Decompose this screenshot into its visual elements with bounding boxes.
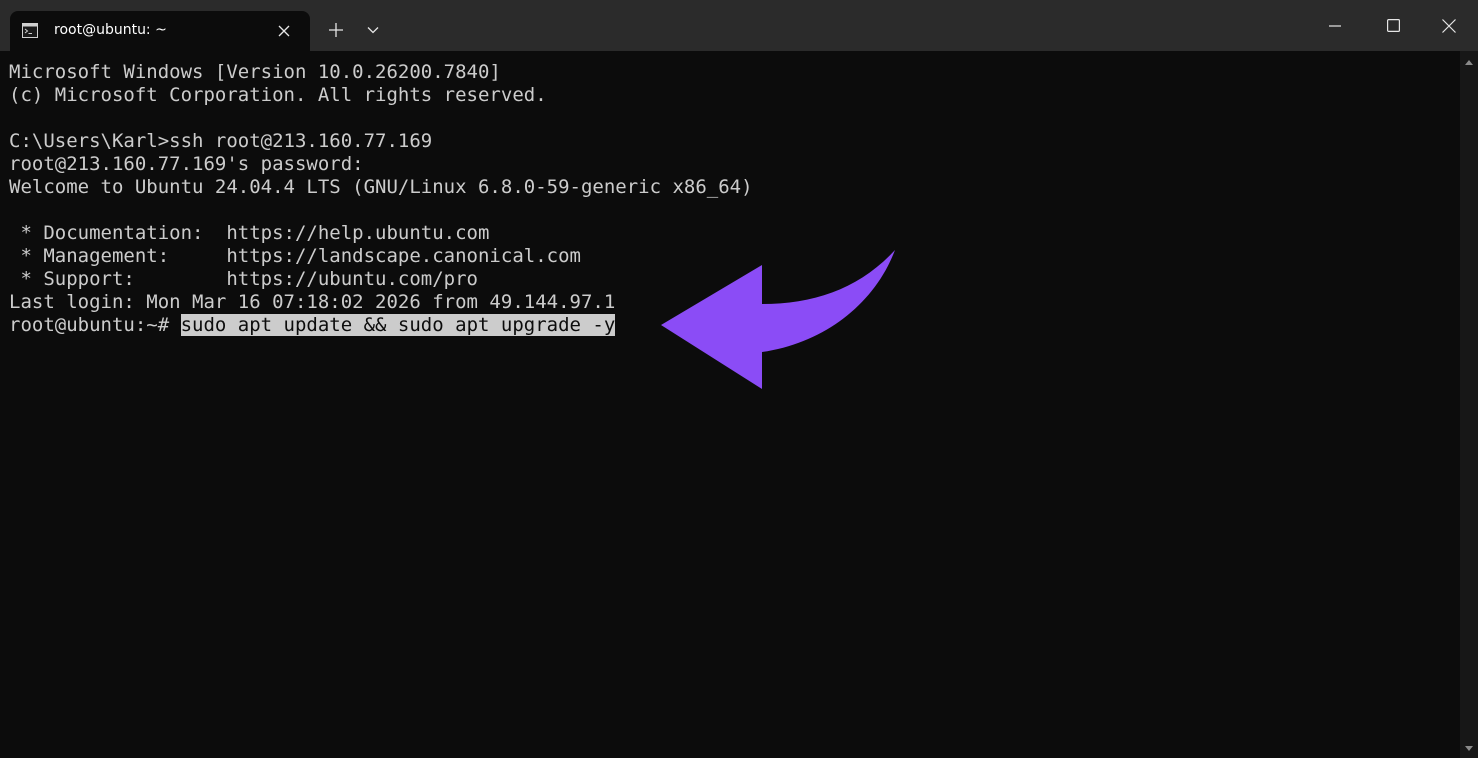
minimize-icon — [1329, 24, 1341, 27]
title-bar: root@ubuntu: ~ — [0, 0, 1478, 51]
selected-command[interactable]: sudo apt update && sudo apt upgrade -y — [180, 314, 616, 336]
scroll-up-icon[interactable] — [1464, 58, 1474, 66]
terminal-line: Welcome to Ubuntu 24.04.4 LTS (GNU/Linux… — [9, 176, 753, 198]
terminal-line: (c) Microsoft Corporation. All rights re… — [9, 84, 547, 106]
shell-prompt: root@ubuntu:~# — [9, 314, 181, 336]
close-window-button[interactable] — [1420, 0, 1478, 51]
tab-active[interactable]: root@ubuntu: ~ — [10, 11, 310, 51]
new-tab-button[interactable] — [322, 16, 350, 44]
terminal-line: * Management: https://landscape.canonica… — [9, 245, 581, 267]
callout-arrow-icon — [661, 250, 895, 389]
terminal-output[interactable]: Microsoft Windows [Version 10.0.26200.78… — [0, 51, 1460, 758]
prompt-line: root@ubuntu:~# sudo apt update && sudo a… — [9, 314, 616, 337]
terminal-line: root@213.160.77.169's password: — [9, 153, 364, 175]
maximize-icon — [1386, 19, 1400, 32]
scrollbar[interactable] — [1460, 51, 1478, 758]
terminal-icon — [22, 23, 38, 38]
scroll-down-icon[interactable] — [1464, 745, 1474, 753]
tab-close-icon[interactable] — [274, 21, 294, 41]
chevron-down-icon[interactable] — [360, 16, 386, 44]
minimize-button[interactable] — [1306, 0, 1364, 51]
terminal-line: Last login: Mon Mar 16 07:18:02 2026 fro… — [9, 291, 616, 313]
terminal-line: * Documentation: https://help.ubuntu.com — [9, 222, 490, 244]
maximize-button[interactable] — [1364, 0, 1422, 51]
tab-title: root@ubuntu: ~ — [54, 22, 167, 38]
terminal-line: Microsoft Windows [Version 10.0.26200.78… — [9, 61, 501, 83]
terminal-line: C:\Users\Karl>ssh root@213.160.77.169 — [9, 130, 433, 152]
terminal-window: root@ubuntu: ~ Microsoft Windows [Versio… — [0, 0, 1478, 758]
close-icon — [1442, 18, 1456, 33]
terminal-line: * Support: https://ubuntu.com/pro — [9, 268, 478, 290]
